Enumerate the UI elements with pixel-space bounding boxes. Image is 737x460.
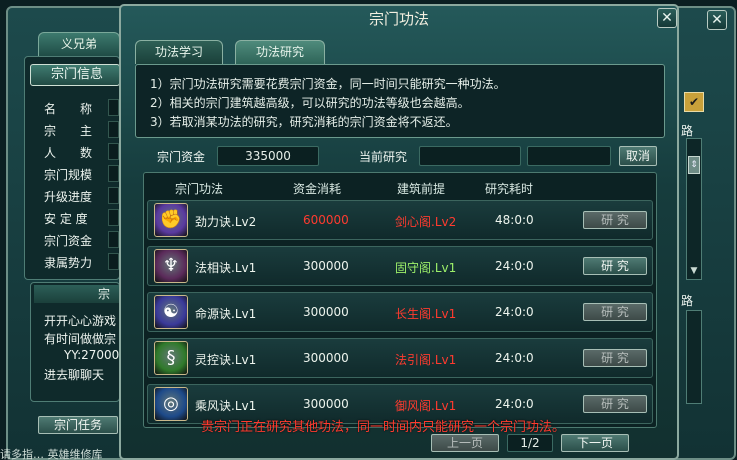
prev-page-button[interactable]: 上一页 bbox=[431, 434, 499, 452]
info-label: 人 数 bbox=[44, 146, 93, 160]
scroll-thumb-icon[interactable]: ⇕ bbox=[688, 156, 700, 174]
cancel-research-button[interactable]: 取消 bbox=[619, 146, 657, 166]
research-button[interactable]: 研 究 bbox=[583, 303, 647, 321]
skill-research-time: 48:0:0 bbox=[495, 213, 534, 227]
info-value-box bbox=[108, 99, 119, 116]
skill-cost: 300000 bbox=[303, 259, 349, 273]
current-research-time-field bbox=[527, 146, 611, 166]
desc-line: YY:27000 bbox=[64, 348, 120, 362]
guild-task-label: 宗门任务 bbox=[53, 418, 102, 432]
skill-name: 乘风诀.Lv1 bbox=[195, 399, 257, 413]
desc-line: 进去聊聊天 bbox=[44, 368, 105, 382]
info-value-box bbox=[108, 187, 119, 204]
skill-cost: 300000 bbox=[303, 351, 349, 365]
skill-cost: 600000 bbox=[303, 213, 349, 227]
skill-name: 法相诀.Lv1 bbox=[195, 261, 257, 275]
desc-line: 有时间做做宗 bbox=[44, 332, 117, 346]
tab-skill-research[interactable]: 功法研究 bbox=[235, 40, 325, 64]
notice-line-1: 1）宗门功法研究需要花费宗门资金，同一时间只能研究一种功法。 bbox=[150, 77, 506, 91]
close-icon: ✕ bbox=[661, 10, 673, 26]
next-page-button[interactable]: 下一页 bbox=[561, 434, 629, 452]
dialog-close-button[interactable]: ✕ bbox=[657, 8, 677, 28]
info-value-box bbox=[108, 165, 119, 182]
dragon-icon[interactable]: § bbox=[154, 341, 188, 375]
prev-label: 上一页 bbox=[446, 436, 483, 450]
skill-building-req: 长生阁.Lv1 bbox=[395, 307, 457, 321]
research-button[interactable]: 研 究 bbox=[583, 395, 647, 413]
info-label: 升级进度 bbox=[44, 190, 93, 204]
tab-label: 功法学习 bbox=[154, 45, 203, 59]
info-value-box bbox=[108, 121, 119, 138]
research-button[interactable]: 研 究 bbox=[583, 257, 647, 275]
info-value-box bbox=[108, 231, 119, 248]
notice-line-3: 3）若取消某功法的研究，研究消耗的宗门资金将不返还。 bbox=[150, 115, 458, 129]
skill-name: 命源诀.Lv1 bbox=[195, 307, 257, 321]
research-button[interactable]: 研 究 bbox=[583, 349, 647, 367]
current-research-label: 当前研究 bbox=[359, 150, 408, 164]
skill-cost: 300000 bbox=[303, 305, 349, 319]
cancel-label: 取消 bbox=[625, 149, 650, 163]
info-label: 宗 主 bbox=[44, 124, 93, 138]
info-label: 宗门资金 bbox=[44, 234, 93, 248]
tab-skill-learn[interactable]: 功法学习 bbox=[135, 40, 223, 64]
skill-name: 灵控诀.Lv1 bbox=[195, 353, 257, 367]
checkbox-checked-icon[interactable]: ✔ bbox=[684, 92, 704, 112]
meditate-icon[interactable]: ☯ bbox=[154, 295, 188, 329]
desc-header: 宗门 bbox=[34, 285, 120, 303]
close-icon: ✕ bbox=[711, 12, 723, 28]
guild-skill-dialog: 宗门功法 ✕ 功法学习 功法研究 1）宗门功法研究需要花费宗门资金，同一时间只能… bbox=[119, 4, 679, 460]
desc-title: 宗门 bbox=[98, 287, 111, 301]
bg-footer-text: 请多指… 英雄维修库 bbox=[0, 448, 103, 460]
info-label: 宗门规模 bbox=[44, 168, 93, 182]
tab-label: 义兄弟 bbox=[60, 37, 97, 51]
wings-icon[interactable]: ♆ bbox=[154, 249, 188, 283]
skill-name: 劲力诀.Lv2 bbox=[195, 215, 257, 229]
skill-research-time: 24:0:0 bbox=[495, 351, 534, 365]
skill-building-req: 剑心阁.Lv2 bbox=[395, 215, 457, 229]
warning-message: 贵宗门正在研究其他功法，同一时间内只能研究一个宗门功法。 bbox=[201, 420, 566, 435]
bg-right-label-2: 路 bbox=[681, 294, 694, 308]
notice-line-2: 2）相关的宗门建筑越高级，可以研究的功法等级也会越高。 bbox=[150, 96, 470, 110]
desc-line: 开开心心游戏 bbox=[44, 314, 117, 328]
fist-icon[interactable]: ✊ bbox=[154, 203, 188, 237]
info-value-box bbox=[108, 209, 119, 226]
skill-research-time: 24:0:0 bbox=[495, 259, 534, 273]
skill-research-time: 24:0:0 bbox=[495, 305, 534, 319]
info-label: 隶属势力 bbox=[44, 256, 93, 270]
col-header-skill: 宗门功法 bbox=[175, 182, 224, 196]
notice-box: 1）宗门功法研究需要花费宗门资金，同一时间只能研究一种功法。 2）相关的宗门建筑… bbox=[135, 64, 665, 138]
skill-building-req: 固守阁.Lv1 bbox=[395, 261, 457, 275]
research-button[interactable]: 研 究 bbox=[583, 211, 647, 229]
funds-value: 335000 bbox=[217, 146, 319, 166]
skill-cost: 300000 bbox=[303, 397, 349, 411]
tab-sworn-brothers[interactable]: 义兄弟 bbox=[38, 32, 120, 56]
guild-info-header: 宗门信息 bbox=[30, 64, 120, 86]
info-value-box bbox=[108, 253, 119, 270]
guild-task-button[interactable]: 宗门任务 bbox=[38, 416, 118, 434]
wind-icon[interactable]: ◎ bbox=[154, 387, 188, 421]
bg-close-button[interactable]: ✕ bbox=[707, 10, 727, 30]
next-label: 下一页 bbox=[576, 436, 613, 450]
info-label: 名 称 bbox=[44, 102, 93, 116]
skill-building-req: 御风阁.Lv1 bbox=[395, 399, 457, 413]
section-title: 宗门信息 bbox=[51, 67, 104, 82]
page-indicator: 1/2 bbox=[507, 434, 553, 452]
col-header-time: 研究耗时 bbox=[485, 182, 534, 196]
bg-scrollbar-2[interactable] bbox=[686, 310, 702, 404]
info-value-box bbox=[108, 143, 119, 160]
col-header-building: 建筑前提 bbox=[397, 182, 446, 196]
skill-building-req: 法引阁.Lv1 bbox=[395, 353, 457, 367]
current-research-field bbox=[419, 146, 521, 166]
bg-right-label-1: 路 bbox=[681, 124, 694, 138]
skill-research-time: 24:0:0 bbox=[495, 397, 534, 411]
scroll-down-icon[interactable]: ▼ bbox=[688, 266, 700, 278]
dialog-title: 宗门功法 bbox=[368, 10, 429, 28]
funds-label: 宗门资金 bbox=[157, 150, 206, 164]
info-label: 安 定 度 bbox=[44, 212, 88, 226]
col-header-cost: 资金消耗 bbox=[293, 182, 342, 196]
tab-label: 功法研究 bbox=[255, 45, 304, 59]
